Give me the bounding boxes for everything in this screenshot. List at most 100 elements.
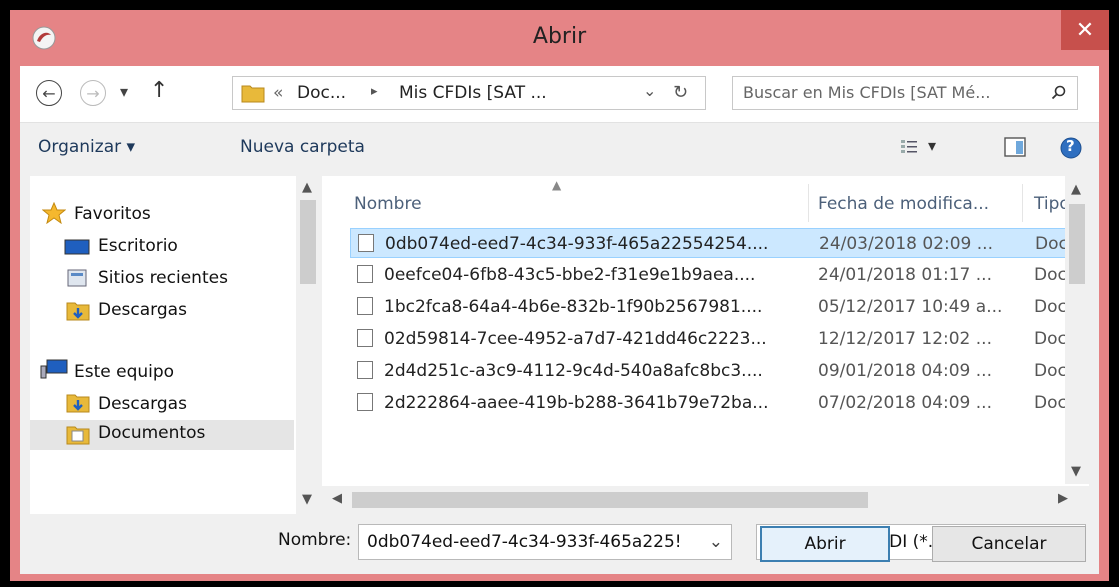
up-arrow-icon: ↑ bbox=[150, 78, 169, 103]
title-bar[interactable]: Abrir ✕ bbox=[10, 10, 1109, 66]
sidebar-item-label: Documentos bbox=[98, 423, 206, 443]
file-date: 24/03/2018 02:09 ... bbox=[819, 234, 993, 254]
close-icon: ✕ bbox=[1075, 17, 1095, 43]
xml-file-icon bbox=[357, 393, 373, 411]
chevron-down-icon[interactable]: ⌄ bbox=[709, 532, 723, 552]
file-row[interactable]: 02d59814-7cee-4952-a7d7-421dd46c2223... … bbox=[350, 324, 1089, 354]
view-dropdown-icon: ▾ bbox=[928, 136, 937, 155]
recent-locations-button[interactable]: ▾ bbox=[120, 82, 128, 101]
downloads-folder-icon bbox=[66, 394, 90, 413]
downloads-folder-icon bbox=[66, 302, 90, 321]
address-bar[interactable]: « Doc... ▸ Mis CFDIs [SAT ... ⌄ ↻ bbox=[232, 76, 706, 110]
dialog-client: ← → ▾ ↑ « Doc... ▸ Mis CFDIs [SAT ... ⌄ … bbox=[20, 66, 1099, 574]
chevron-down-icon: ▾ bbox=[120, 82, 129, 101]
forward-button[interactable]: → bbox=[80, 80, 106, 106]
scroll-left-icon[interactable]: ◀ bbox=[332, 491, 342, 506]
file-list-vscrollbar[interactable]: ▲ ▼ bbox=[1065, 176, 1089, 484]
sidebar-item-descargas[interactable]: Descargas bbox=[98, 300, 187, 320]
open-button-label: Abrir bbox=[804, 534, 846, 554]
scrollbar-thumb[interactable] bbox=[1069, 204, 1085, 284]
file-row[interactable]: 0eefce04-6fb8-43c5-bbe2-f31e9e1b9aea....… bbox=[350, 260, 1089, 290]
filename-field[interactable]: 0db074ed-eed7-4c34-933f-465a225! ⌄ bbox=[358, 524, 732, 560]
recent-places-icon bbox=[67, 269, 87, 287]
details-view-icon bbox=[901, 140, 917, 153]
open-dialog: Abrir ✕ ← → ▾ ↑ « Doc... ▸ Mis CFDIs [SA… bbox=[10, 10, 1109, 581]
file-row[interactable]: 1bc2fca8-64a4-4b6e-832b-1f90b2567981....… bbox=[350, 292, 1089, 322]
search-input[interactable]: Buscar en Mis CFDIs [SAT Mé... bbox=[743, 83, 990, 102]
desktop-icon bbox=[64, 239, 90, 255]
sidebar-item-documentos[interactable]: Documentos bbox=[30, 420, 294, 450]
window-title: Abrir bbox=[532, 24, 587, 49]
file-row[interactable]: 2d222864-aaee-419b-b288-3641b79e72ba... … bbox=[350, 388, 1089, 418]
address-overflow[interactable]: « bbox=[273, 83, 283, 103]
cancel-button-label: Cancelar bbox=[971, 534, 1047, 554]
breadcrumb-separator-icon[interactable]: ▸ bbox=[371, 84, 378, 99]
breadcrumb-documents[interactable]: Doc... bbox=[297, 83, 346, 103]
sidebar-item-descargas-equipo[interactable]: Descargas bbox=[98, 394, 187, 414]
scroll-down-icon[interactable]: ▼ bbox=[1071, 464, 1081, 479]
navigation-bar: ← → ▾ ↑ « Doc... ▸ Mis CFDIs [SAT ... ⌄ … bbox=[20, 66, 1099, 122]
column-divider[interactable] bbox=[1022, 184, 1023, 222]
navigation-pane[interactable]: Favoritos Escritorio Sitios recientes De… bbox=[30, 176, 320, 514]
column-header-name[interactable]: Nombre bbox=[354, 194, 422, 214]
file-name: 02d59814-7cee-4952-a7d7-421dd46c2223... bbox=[384, 329, 767, 349]
file-name: 1bc2fca8-64a4-4b6e-832b-1f90b2567981.... bbox=[384, 297, 763, 317]
sidebar-item-favoritos[interactable]: Favoritos bbox=[74, 204, 151, 224]
scrollbar-thumb[interactable] bbox=[352, 492, 868, 508]
open-button[interactable]: Abrir bbox=[760, 526, 890, 562]
documents-folder-icon bbox=[66, 426, 90, 445]
close-button[interactable]: ✕ bbox=[1061, 10, 1109, 50]
file-date: 07/02/2018 04:09 ... bbox=[818, 393, 992, 413]
nav-pane-scrollbar[interactable]: ▲ ▼ bbox=[296, 176, 320, 514]
scroll-up-icon[interactable]: ▲ bbox=[302, 180, 312, 195]
file-date: 05/12/2017 10:49 a... bbox=[818, 297, 1003, 317]
folder-icon bbox=[241, 85, 265, 103]
file-list-pane[interactable]: Nombre ▲ Fecha de modifica... Tipo 0db07… bbox=[322, 176, 1089, 514]
file-date: 09/01/2018 04:09 ... bbox=[818, 361, 992, 381]
sort-arrow-icon: ▲ bbox=[552, 178, 562, 192]
change-view-button[interactable]: ▾ bbox=[900, 135, 960, 161]
xml-file-icon bbox=[357, 361, 373, 379]
organize-menu[interactable]: Organizar ▾ bbox=[38, 137, 135, 157]
filename-label: Nombre: bbox=[278, 530, 352, 550]
file-list-hscrollbar[interactable]: ◀ ▶ bbox=[322, 486, 1089, 514]
file-name: 0db074ed-eed7-4c34-933f-465a22554254.... bbox=[385, 234, 769, 254]
back-arrow-icon: ← bbox=[42, 83, 56, 103]
scrollbar-thumb[interactable] bbox=[300, 200, 316, 284]
file-name: 2d222864-aaee-419b-b288-3641b79e72ba... bbox=[384, 393, 769, 413]
xml-file-icon bbox=[357, 265, 373, 283]
scroll-right-icon[interactable]: ▶ bbox=[1058, 491, 1068, 506]
forward-arrow-icon: → bbox=[86, 83, 100, 103]
screen-frame: Abrir ✕ ← → ▾ ↑ « Doc... ▸ Mis CFDIs [SA… bbox=[0, 0, 1119, 587]
refresh-icon[interactable]: ↻ bbox=[673, 82, 688, 103]
file-row[interactable]: 0db074ed-eed7-4c34-933f-465a22554254....… bbox=[350, 228, 1089, 258]
breadcrumb-mis-cfdis[interactable]: Mis CFDIs [SAT ... bbox=[399, 83, 547, 103]
file-name: 2d4d251c-a3c9-4112-9c4d-540a8afc8bc3.... bbox=[384, 361, 763, 381]
xml-file-icon bbox=[358, 234, 374, 252]
address-dropdown-icon[interactable]: ⌄ bbox=[643, 81, 656, 100]
xml-file-icon bbox=[357, 297, 373, 315]
help-glyph: ? bbox=[1066, 137, 1075, 155]
filename-input[interactable]: 0db074ed-eed7-4c34-933f-465a225! bbox=[367, 532, 682, 552]
new-folder-button[interactable]: Nueva carpeta bbox=[240, 137, 365, 157]
cancel-button[interactable]: Cancelar bbox=[932, 526, 1086, 562]
scroll-down-icon[interactable]: ▼ bbox=[302, 492, 312, 507]
xml-file-icon bbox=[357, 329, 373, 347]
scroll-up-icon[interactable]: ▲ bbox=[1071, 182, 1081, 197]
command-bar: Organizar ▾ Nueva carpeta ▾ ? bbox=[20, 122, 1099, 175]
file-date: 24/01/2018 01:17 ... bbox=[818, 265, 992, 285]
up-folder-button[interactable]: ↑ bbox=[150, 78, 168, 103]
sidebar-item-este-equipo[interactable]: Este equipo bbox=[74, 362, 174, 382]
preview-pane-icon[interactable] bbox=[1004, 137, 1026, 157]
search-icon[interactable] bbox=[1051, 85, 1067, 101]
column-divider[interactable] bbox=[808, 184, 809, 222]
sidebar-item-escritorio[interactable]: Escritorio bbox=[98, 236, 178, 256]
favorites-star-icon bbox=[42, 202, 66, 224]
search-box[interactable]: Buscar en Mis CFDIs [SAT Mé... bbox=[732, 76, 1078, 110]
sidebar-item-sitios-recientes[interactable]: Sitios recientes bbox=[98, 268, 228, 288]
back-button[interactable]: ← bbox=[36, 80, 62, 106]
file-row[interactable]: 2d4d251c-a3c9-4112-9c4d-540a8afc8bc3....… bbox=[350, 356, 1089, 386]
file-name: 0eefce04-6fb8-43c5-bbe2-f31e9e1b9aea.... bbox=[384, 265, 756, 285]
computer-icon bbox=[40, 359, 68, 379]
column-header-date[interactable]: Fecha de modifica... bbox=[818, 194, 989, 214]
